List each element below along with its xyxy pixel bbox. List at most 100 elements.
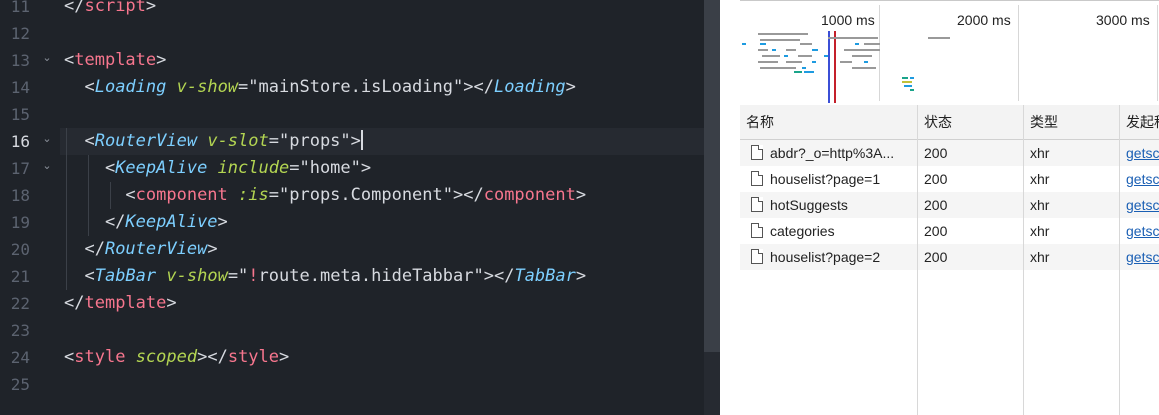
request-bar: [762, 55, 780, 57]
request-initiator-link[interactable]: getsc: [1126, 166, 1159, 192]
code-token: props.Component: [289, 185, 443, 205]
request-bar: [758, 61, 778, 63]
request-status: 200: [924, 223, 948, 239]
code-token: </: [64, 293, 85, 313]
column-header-status[interactable]: 状态: [924, 105, 952, 139]
request-bar: [772, 49, 776, 51]
table-row[interactable]: abdr?_o=http%3A... 200 xhr getsc: [740, 140, 1159, 166]
table-row[interactable]: categories 200 xhr getsc: [740, 218, 1159, 244]
request-initiator-link[interactable]: getsc: [1126, 192, 1159, 218]
column-separator[interactable]: [917, 105, 918, 415]
code-line[interactable]: </RouterView>: [64, 236, 217, 263]
request-bar: [786, 49, 796, 51]
request-name: abdr?_o=http%3A...: [770, 145, 895, 161]
code-token: route.meta.hideTabbar: [258, 266, 474, 286]
code-token: <: [64, 77, 95, 97]
line-gutter: 25: [0, 371, 60, 398]
request-bar: [902, 81, 912, 83]
timeline-divider: [1018, 5, 1019, 101]
column-header-type[interactable]: 类型: [1030, 105, 1058, 139]
request-bar: [928, 37, 950, 39]
document-icon: [751, 145, 763, 160]
line-number: 19: [10, 213, 30, 232]
request-type: xhr: [1030, 171, 1050, 187]
request-bar: [812, 49, 818, 51]
request-status: 200: [924, 145, 948, 161]
code-line[interactable]: </KeepAlive>: [64, 209, 228, 236]
code-editor[interactable]: 11 </script> 12 13 ⌄ <template> 14 <Loading v-…: [0, 0, 720, 415]
request-initiator-link[interactable]: getsc: [1126, 218, 1159, 244]
code-token: component: [483, 185, 576, 205]
fold-chevron-icon[interactable]: ⌄: [40, 132, 54, 146]
table-row[interactable]: hotSuggests 200 xhr getsc: [740, 192, 1159, 218]
code-token: >: [575, 185, 587, 205]
code-token: scoped: [135, 347, 198, 367]
request-bar: [760, 43, 766, 45]
code-token: RouterView: [94, 131, 198, 151]
network-timeline-overview[interactable]: 1000 ms 2000 ms 3000 ms: [740, 0, 1159, 106]
request-type: xhr: [1030, 197, 1050, 213]
code-line[interactable]: </script>: [64, 0, 156, 20]
timeline-label: 2000 ms: [957, 12, 1011, 28]
code-token: RouterView: [104, 239, 208, 259]
code-line[interactable]: <Loading v-show="mainStore.isLoading"></…: [64, 74, 575, 101]
line-number: 14: [10, 78, 30, 97]
timeline-divider: [1157, 5, 1158, 101]
code-line[interactable]: <KeepAlive include="home">: [64, 155, 371, 182]
fold-chevron-icon[interactable]: ⌄: [40, 159, 54, 173]
table-row[interactable]: houselist?page=1 200 xhr getsc: [740, 166, 1159, 192]
code-token: ">: [350, 158, 372, 178]
code-token: TabBar: [514, 266, 576, 286]
code-token: >: [166, 293, 177, 313]
line-number: 12: [10, 24, 30, 43]
line-gutter: 23: [0, 317, 60, 344]
line-gutter: 12: [0, 20, 60, 47]
line-gutter: 20: [0, 236, 60, 263]
fold-chevron-icon[interactable]: ⌄: [40, 51, 54, 65]
code-token: >: [156, 50, 167, 70]
code-line[interactable]: <component :is="props.Component"></compo…: [64, 182, 586, 209]
code-line[interactable]: <RouterView v-slot="props">: [64, 128, 363, 155]
request-bar: [798, 55, 812, 57]
text-cursor: [360, 130, 363, 150]
request-type: xhr: [1030, 249, 1050, 265]
code-token: style: [227, 347, 280, 367]
table-row[interactable]: houselist?page=2 200 xhr getsc: [740, 244, 1159, 270]
line-gutter: 21: [0, 263, 60, 290]
code-token: props: [289, 131, 341, 151]
request-initiator-link[interactable]: getsc: [1126, 140, 1159, 166]
code-token: include: [217, 158, 290, 178]
line-number: 18: [10, 186, 30, 205]
code-token: </: [64, 212, 126, 232]
timeline-divider: [879, 5, 880, 101]
request-bar: [902, 77, 908, 79]
line-gutter: 17 ⌄: [0, 155, 60, 182]
code-token: "></: [473, 266, 515, 286]
line-number: 13: [10, 51, 30, 70]
request-bar: [758, 49, 768, 51]
code-token: =": [289, 158, 310, 178]
column-header-name[interactable]: 名称: [746, 105, 774, 139]
editor-scrollbar-thumb[interactable]: [704, 0, 720, 352]
request-bar: [904, 85, 912, 87]
request-bar: [760, 67, 796, 69]
request-initiator-link[interactable]: getsc: [1126, 244, 1159, 270]
code-token: v-show: [176, 77, 239, 97]
code-line[interactable]: </template>: [64, 290, 177, 317]
line-number: 17: [10, 159, 30, 178]
column-separator[interactable]: [1119, 105, 1120, 415]
code-token: <: [64, 266, 95, 286]
line-gutter: 14: [0, 74, 60, 101]
code-line[interactable]: <TabBar v-show="!route.meta.hideTabbar">…: [64, 263, 586, 290]
code-line[interactable]: <template>: [64, 47, 166, 74]
table-header: 名称 状态 类型 发起程序: [740, 105, 1159, 140]
column-separator[interactable]: [1023, 105, 1024, 415]
devtools-network-panel: 1000 ms 2000 ms 3000 ms 名称 状态 类型 发起程序 ab…: [740, 0, 1159, 415]
column-header-initiator[interactable]: 发起程序: [1126, 105, 1159, 139]
request-bar: [910, 77, 914, 79]
code-line[interactable]: <style scoped></style>: [64, 344, 289, 371]
